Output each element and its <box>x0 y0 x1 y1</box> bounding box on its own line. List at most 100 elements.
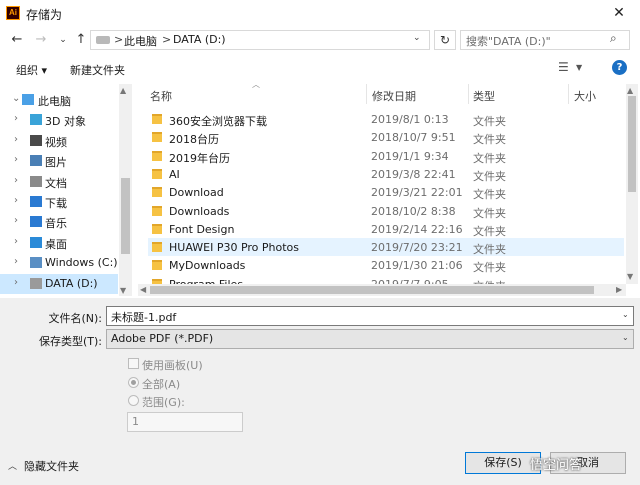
scroll-right-icon[interactable]: ▶ <box>616 285 622 294</box>
column-divider[interactable] <box>366 84 367 104</box>
folder-icon <box>152 168 162 179</box>
close-button[interactable]: ✕ <box>604 2 634 24</box>
expand-chevron-icon[interactable]: › <box>14 236 18 247</box>
file-name: 360安全浏览器下载 <box>169 115 267 128</box>
forward-icon[interactable]: → <box>32 31 50 49</box>
filename-dropdown-icon[interactable]: ⌄ <box>622 310 629 319</box>
expand-chevron-icon[interactable]: › <box>14 154 18 165</box>
expand-chevron-icon[interactable]: › <box>14 215 18 226</box>
range-field[interactable]: 1 <box>127 412 243 432</box>
nav-item[interactable]: › 音乐 <box>0 212 118 232</box>
expand-chevron-icon[interactable]: › <box>14 113 18 124</box>
expand-chevron-icon[interactable]: › <box>14 175 18 186</box>
filename-field[interactable]: 未标题-1.pdf <box>106 306 634 326</box>
nav-item[interactable]: › 视频 <box>0 131 118 151</box>
view-options-icon[interactable]: ☰ <box>558 60 569 74</box>
nav-scroll-thumb[interactable] <box>121 178 130 254</box>
file-row[interactable]: Download 2019/3/21 22:01 文件夹 <box>148 183 624 201</box>
organize-button[interactable]: 组织 ▾ <box>16 62 47 78</box>
file-date: 2018/10/2 8:38 <box>371 204 456 218</box>
breadcrumb-separator-icon: > <box>162 33 172 46</box>
file-list-hscroll-thumb[interactable] <box>150 286 594 294</box>
file-type: 文件夹 <box>473 243 506 257</box>
downloads-icon <box>30 196 42 207</box>
file-name: Font Design <box>169 222 235 236</box>
nav-item-label: Windows (C:) <box>45 256 118 269</box>
filetype-label: 保存类型(T): <box>38 335 102 348</box>
file-row[interactable]: Font Design 2019/2/14 22:16 文件夹 <box>148 220 624 238</box>
nav-item[interactable]: › Windows (C:) <box>0 253 118 273</box>
help-icon[interactable]: ? <box>612 60 627 75</box>
file-type: 文件夹 <box>473 206 506 220</box>
scroll-up-icon[interactable]: ▲ <box>627 86 633 95</box>
search-icon[interactable]: ⌕ <box>610 31 617 46</box>
filetype-dropdown-icon[interactable]: ⌄ <box>622 333 629 342</box>
new-folder-button[interactable]: 新建文件夹 <box>70 62 125 78</box>
file-type: 文件夹 <box>473 169 506 183</box>
file-type: 文件夹 <box>473 261 506 275</box>
drive-c-icon <box>30 257 42 268</box>
file-row[interactable]: AI 2019/3/8 22:41 文件夹 <box>148 165 624 183</box>
column-name[interactable]: 名称 <box>150 88 172 104</box>
column-size[interactable]: 大小 <box>574 88 596 104</box>
file-row[interactable]: Program Files2019/7/7 9:05文件夹 <box>148 275 624 284</box>
expand-chevron-icon[interactable]: ⌄ <box>12 93 20 104</box>
drive-icon <box>96 36 110 44</box>
nav-item[interactable]: › 下载 <box>0 192 118 212</box>
chevron-up-icon[interactable]: ︿ <box>8 459 17 472</box>
scroll-down-icon[interactable]: ▼ <box>120 286 126 295</box>
all-artboards-label: 全部(A) <box>142 378 181 391</box>
nav-item-label: 视频 <box>45 136 67 149</box>
refresh-icon[interactable]: ↻ <box>434 30 456 50</box>
column-type[interactable]: 类型 <box>473 88 495 104</box>
file-row[interactable]: 2018台历 2018/10/7 9:51 文件夹 <box>148 128 624 146</box>
nav-item-label: 下载 <box>45 197 67 210</box>
scroll-down-icon[interactable]: ▼ <box>627 272 633 281</box>
file-row[interactable]: 2019年台历 2019/1/1 9:34 文件夹 <box>148 147 624 165</box>
expand-chevron-icon[interactable]: › <box>14 256 18 267</box>
column-divider[interactable] <box>568 84 569 104</box>
3d-objects-icon <box>30 114 42 125</box>
address-dropdown-icon[interactable]: ⌄ <box>413 33 421 43</box>
filename-label: 文件名(N): <box>48 312 102 325</box>
folder-icon <box>152 150 162 161</box>
folder-icon <box>152 205 162 216</box>
file-row[interactable]: 360安全浏览器下载 2019/8/1 0:13 文件夹 <box>148 110 624 128</box>
file-name: 2018台历 <box>169 133 219 147</box>
scroll-left-icon[interactable]: ◀ <box>140 285 146 294</box>
view-dropdown-icon[interactable]: ▼ <box>576 63 582 72</box>
file-date: 2019/1/1 9:34 <box>371 149 449 163</box>
file-date: 2019/3/21 22:01 <box>371 186 463 200</box>
filetype-select[interactable]: Adobe PDF (*.PDF) <box>106 329 634 349</box>
all-artboards-radio[interactable] <box>128 377 139 388</box>
breadcrumb-data-drive[interactable]: DATA (D:) <box>173 33 226 46</box>
file-date: 2019/3/8 22:41 <box>371 167 456 181</box>
file-name: HUAWEI P30 Pro Photos <box>169 241 299 255</box>
nav-item[interactable]: › 文档 <box>0 172 118 192</box>
column-divider[interactable] <box>468 84 469 104</box>
expand-chevron-icon[interactable]: › <box>14 195 18 206</box>
expand-chevron-icon[interactable]: › <box>14 277 18 288</box>
file-row[interactable]: HUAWEI P30 Pro Photos 2019/7/20 23:21 文件夹 <box>148 238 624 257</box>
nav-item[interactable]: › DATA (D:) <box>0 274 118 294</box>
nav-item[interactable]: › 3D 对象 <box>0 110 118 130</box>
use-artboards-checkbox[interactable] <box>128 358 139 369</box>
scroll-up-icon[interactable]: ▲ <box>120 86 126 95</box>
file-row[interactable]: MyDownloads 2019/1/30 21:06 文件夹 <box>148 256 624 274</box>
column-date-modified[interactable]: 修改日期 <box>372 88 416 104</box>
breadcrumb-this-pc[interactable]: 此电脑 <box>124 33 157 49</box>
illustrator-app-icon: Ai <box>6 6 20 20</box>
expand-chevron-icon[interactable]: › <box>14 134 18 145</box>
title-bar <box>0 0 640 28</box>
range-radio[interactable] <box>128 395 139 406</box>
nav-item[interactable]: › 图片 <box>0 151 118 171</box>
recent-locations-chevron-icon[interactable]: ⌄ <box>54 31 72 49</box>
nav-item[interactable]: › 桌面 <box>0 233 118 253</box>
nav-item[interactable]: ⌄ 此电脑 <box>0 90 118 110</box>
file-list: 360安全浏览器下载 2019/8/1 0:13 文件夹 2018台历 2018/10/… <box>138 106 626 284</box>
up-folder-icon[interactable]: ↑ <box>72 31 90 49</box>
file-list-vscroll-thumb[interactable] <box>628 96 636 192</box>
hide-folders-button[interactable]: 隐藏文件夹 <box>24 458 79 474</box>
back-icon[interactable]: ← <box>8 31 26 49</box>
file-row[interactable]: Downloads 2018/10/2 8:38 文件夹 <box>148 202 624 220</box>
